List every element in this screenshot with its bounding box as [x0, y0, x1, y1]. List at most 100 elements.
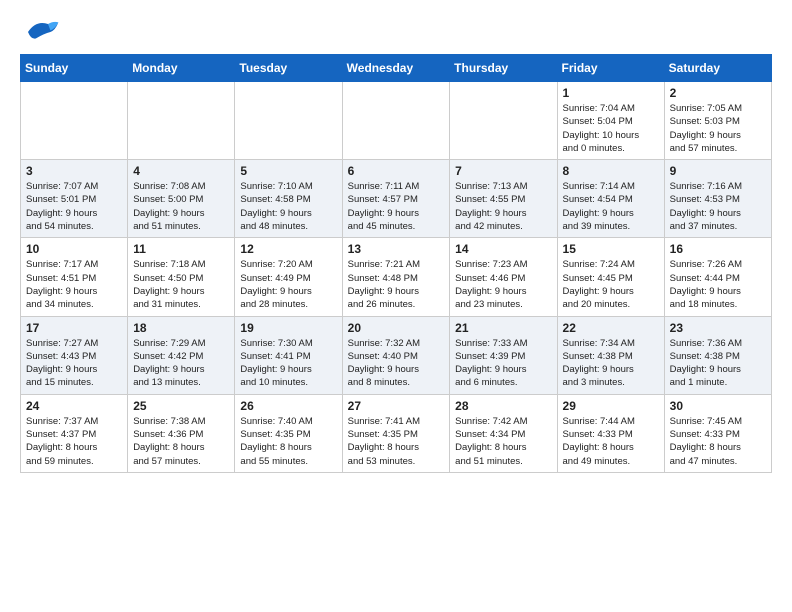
day-number: 1 [563, 86, 659, 100]
day-number: 13 [348, 242, 445, 256]
day-number: 2 [670, 86, 766, 100]
col-header-monday: Monday [128, 55, 235, 82]
col-header-saturday: Saturday [664, 55, 771, 82]
day-number: 11 [133, 242, 229, 256]
calendar-cell [235, 82, 342, 160]
calendar-cell [21, 82, 128, 160]
day-info: Sunrise: 7:17 AMSunset: 4:51 PMDaylight:… [26, 258, 122, 311]
calendar-week-row: 10 Sunrise: 7:17 AMSunset: 4:51 PMDayligh… [21, 238, 772, 316]
calendar-cell: 9 Sunrise: 7:16 AMSunset: 4:53 PMDaylight… [664, 160, 771, 238]
calendar-cell: 5Sunrise: 7:10 AMSunset: 4:58 PMDaylight… [235, 160, 342, 238]
calendar-cell: 13 Sunrise: 7:21 AMSunset: 4:48 PMDayligh… [342, 238, 450, 316]
calendar-cell: 17 Sunrise: 7:27 AMSunset: 4:43 PMDayligh… [21, 316, 128, 394]
calendar-cell: 24 Sunrise: 7:37 AMSunset: 4:37 PMDayligh… [21, 394, 128, 472]
day-number: 5 [240, 164, 336, 178]
col-header-sunday: Sunday [21, 55, 128, 82]
day-info: Sunrise: 7:20 AMSunset: 4:49 PMDaylight:… [240, 258, 336, 311]
calendar-cell: 18 Sunrise: 7:29 AMSunset: 4:42 PMDayligh… [128, 316, 235, 394]
day-number: 9 [670, 164, 766, 178]
calendar-cell: 30 Sunrise: 7:45 AMSunset: 4:33 PMDayligh… [664, 394, 771, 472]
day-number: 15 [563, 242, 659, 256]
calendar-cell: 29 Sunrise: 7:44 AMSunset: 4:33 PMDayligh… [557, 394, 664, 472]
day-info: Sunrise: 7:37 AMSunset: 4:37 PMDaylight:… [26, 415, 122, 468]
day-info: Sunrise: 7:30 AMSunset: 4:41 PMDaylight:… [240, 337, 336, 390]
calendar-cell: 6 Sunrise: 7:11 AMSunset: 4:57 PMDaylight… [342, 160, 450, 238]
calendar-cell: 12 Sunrise: 7:20 AMSunset: 4:49 PMDayligh… [235, 238, 342, 316]
day-number: 19 [240, 321, 336, 335]
day-info: Sunrise: 7:16 AMSunset: 4:53 PMDaylight:… [670, 180, 766, 233]
day-number: 20 [348, 321, 445, 335]
day-info: Sunrise: 7:27 AMSunset: 4:43 PMDaylight:… [26, 337, 122, 390]
day-number: 24 [26, 399, 122, 413]
day-info: Sunrise: 7:42 AMSunset: 4:34 PMDaylight:… [455, 415, 551, 468]
calendar-cell: 14 Sunrise: 7:23 AMSunset: 4:46 PMDayligh… [450, 238, 557, 316]
col-header-wednesday: Wednesday [342, 55, 450, 82]
day-number: 4 [133, 164, 229, 178]
day-info: Sunrise: 7:05 AMSunset: 5:03 PMDaylight:… [670, 102, 766, 155]
day-number: 6 [348, 164, 445, 178]
calendar-cell: 27 Sunrise: 7:41 AMSunset: 4:35 PMDayligh… [342, 394, 450, 472]
day-number: 29 [563, 399, 659, 413]
day-info: Sunrise: 7:08 AMSunset: 5:00 PMDaylight:… [133, 180, 229, 233]
calendar-cell: 16 Sunrise: 7:26 AMSunset: 4:44 PMDayligh… [664, 238, 771, 316]
day-info: Sunrise: 7:07 AMSunset: 5:01 PMDaylight:… [26, 180, 122, 233]
day-number: 8 [563, 164, 659, 178]
day-info: Sunrise: 7:45 AMSunset: 4:33 PMDaylight:… [670, 415, 766, 468]
day-number: 25 [133, 399, 229, 413]
day-info: Sunrise: 7:40 AMSunset: 4:35 PMDaylight:… [240, 415, 336, 468]
day-number: 27 [348, 399, 445, 413]
day-info: Sunrise: 7:32 AMSunset: 4:40 PMDaylight:… [348, 337, 445, 390]
calendar-header-row: SundayMondayTuesdayWednesdayThursdayFrid… [21, 55, 772, 82]
calendar-cell: 28 Sunrise: 7:42 AMSunset: 4:34 PMDayligh… [450, 394, 557, 472]
day-number: 18 [133, 321, 229, 335]
day-number: 21 [455, 321, 551, 335]
calendar-cell [450, 82, 557, 160]
calendar-cell: 20 Sunrise: 7:32 AMSunset: 4:40 PMDayligh… [342, 316, 450, 394]
calendar-cell: 23 Sunrise: 7:36 AMSunset: 4:38 PMDayligh… [664, 316, 771, 394]
calendar-cell: 1Sunrise: 7:04 AMSunset: 5:04 PMDaylight… [557, 82, 664, 160]
day-number: 30 [670, 399, 766, 413]
day-info: Sunrise: 7:36 AMSunset: 4:38 PMDaylight:… [670, 337, 766, 390]
day-number: 3 [26, 164, 122, 178]
day-info: Sunrise: 7:26 AMSunset: 4:44 PMDaylight:… [670, 258, 766, 311]
calendar-cell [342, 82, 450, 160]
calendar-cell: 11Sunrise: 7:18 AMSunset: 4:50 PMDayligh… [128, 238, 235, 316]
calendar-cell: 10 Sunrise: 7:17 AMSunset: 4:51 PMDayligh… [21, 238, 128, 316]
day-info: Sunrise: 7:34 AMSunset: 4:38 PMDaylight:… [563, 337, 659, 390]
calendar-cell: 21 Sunrise: 7:33 AMSunset: 4:39 PMDayligh… [450, 316, 557, 394]
col-header-friday: Friday [557, 55, 664, 82]
calendar-cell: 7Sunrise: 7:13 AMSunset: 4:55 PMDaylight… [450, 160, 557, 238]
day-info: Sunrise: 7:11 AMSunset: 4:57 PMDaylight:… [348, 180, 445, 233]
header [20, 16, 772, 44]
day-info: Sunrise: 7:33 AMSunset: 4:39 PMDaylight:… [455, 337, 551, 390]
calendar-table: SundayMondayTuesdayWednesdayThursdayFrid… [20, 54, 772, 473]
day-info: Sunrise: 7:29 AMSunset: 4:42 PMDaylight:… [133, 337, 229, 390]
day-number: 26 [240, 399, 336, 413]
day-info: Sunrise: 7:44 AMSunset: 4:33 PMDaylight:… [563, 415, 659, 468]
calendar-cell: 26 Sunrise: 7:40 AMSunset: 4:35 PMDayligh… [235, 394, 342, 472]
day-number: 16 [670, 242, 766, 256]
day-info: Sunrise: 7:23 AMSunset: 4:46 PMDaylight:… [455, 258, 551, 311]
day-info: Sunrise: 7:24 AMSunset: 4:45 PMDaylight:… [563, 258, 659, 311]
calendar-cell: 3 Sunrise: 7:07 AMSunset: 5:01 PMDaylight… [21, 160, 128, 238]
day-info: Sunrise: 7:14 AMSunset: 4:54 PMDaylight:… [563, 180, 659, 233]
day-info: Sunrise: 7:41 AMSunset: 4:35 PMDaylight:… [348, 415, 445, 468]
calendar-cell [128, 82, 235, 160]
calendar-week-row: 24 Sunrise: 7:37 AMSunset: 4:37 PMDayligh… [21, 394, 772, 472]
day-info: Sunrise: 7:21 AMSunset: 4:48 PMDaylight:… [348, 258, 445, 311]
calendar-cell: 8 Sunrise: 7:14 AMSunset: 4:54 PMDaylight… [557, 160, 664, 238]
day-info: Sunrise: 7:38 AMSunset: 4:36 PMDaylight:… [133, 415, 229, 468]
day-number: 7 [455, 164, 551, 178]
logo [20, 16, 64, 44]
day-number: 17 [26, 321, 122, 335]
day-number: 10 [26, 242, 122, 256]
day-number: 23 [670, 321, 766, 335]
col-header-tuesday: Tuesday [235, 55, 342, 82]
col-header-thursday: Thursday [450, 55, 557, 82]
day-number: 14 [455, 242, 551, 256]
calendar-week-row: 3 Sunrise: 7:07 AMSunset: 5:01 PMDaylight… [21, 160, 772, 238]
day-number: 28 [455, 399, 551, 413]
calendar-cell: 15 Sunrise: 7:24 AMSunset: 4:45 PMDayligh… [557, 238, 664, 316]
calendar-cell: 25 Sunrise: 7:38 AMSunset: 4:36 PMDayligh… [128, 394, 235, 472]
day-number: 12 [240, 242, 336, 256]
